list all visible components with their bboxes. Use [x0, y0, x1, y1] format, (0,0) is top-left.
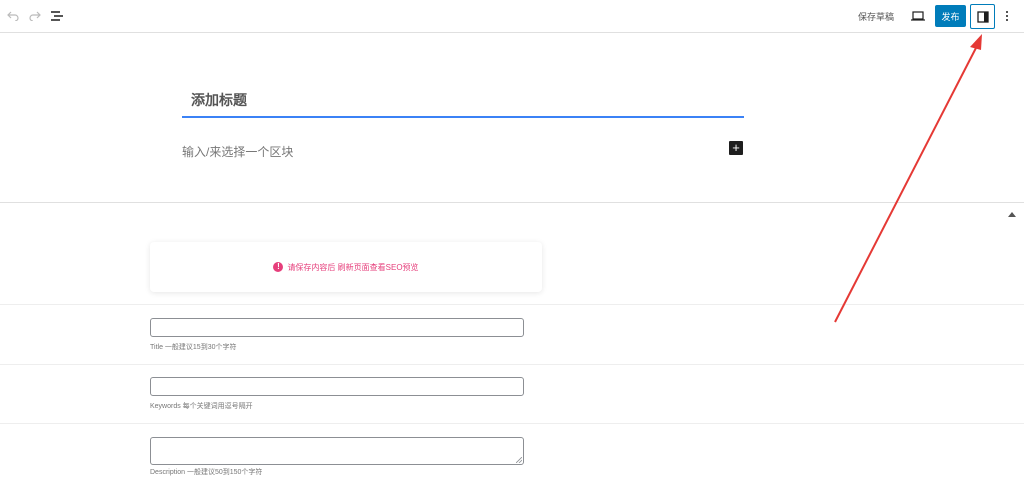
seo-keywords-hint: Keywords 每个关键词用逗号隔开	[150, 403, 253, 410]
seo-title-hint: Title 一般建议15到30个字符	[150, 344, 237, 351]
seo-notice-text: 请保存内容后 刷新页面查看SEO预览	[287, 262, 419, 272]
row-divider	[0, 423, 1024, 424]
post-title-field[interactable]: 添加标题	[182, 82, 744, 118]
save-draft-button[interactable]: 保存草稿	[858, 10, 894, 23]
block-inserter-placeholder[interactable]: 输入/来选择一个区块	[182, 143, 293, 160]
more-options-button[interactable]	[1001, 7, 1013, 25]
redo-icon[interactable]	[26, 8, 44, 24]
seo-keywords-input[interactable]	[150, 377, 524, 396]
collapse-caret-icon[interactable]	[1008, 211, 1016, 219]
seo-preview-notice: ! 请保存内容后 刷新页面查看SEO预览	[150, 242, 542, 292]
vertical-ellipsis-icon	[1006, 11, 1008, 13]
meta-box-divider	[0, 202, 1024, 203]
row-divider	[0, 364, 1024, 365]
row-divider	[0, 304, 1024, 305]
undo-icon[interactable]	[4, 8, 22, 24]
publish-button[interactable]: 发布	[935, 5, 966, 27]
seo-description-textarea[interactable]	[150, 437, 524, 465]
warning-icon: !	[273, 262, 284, 272]
sidebar-toggle-icon	[976, 10, 989, 23]
list-view-icon[interactable]	[48, 8, 66, 24]
seo-title-input[interactable]	[150, 318, 524, 337]
desktop-preview-icon[interactable]	[910, 9, 926, 23]
settings-toggle-button[interactable]	[970, 4, 995, 29]
editor-toolbar: 保存草稿 发布	[0, 0, 1024, 33]
add-block-button[interactable]: +	[729, 141, 743, 155]
resize-handle-icon[interactable]	[516, 457, 522, 463]
post-title-placeholder: 添加标题	[191, 92, 247, 108]
